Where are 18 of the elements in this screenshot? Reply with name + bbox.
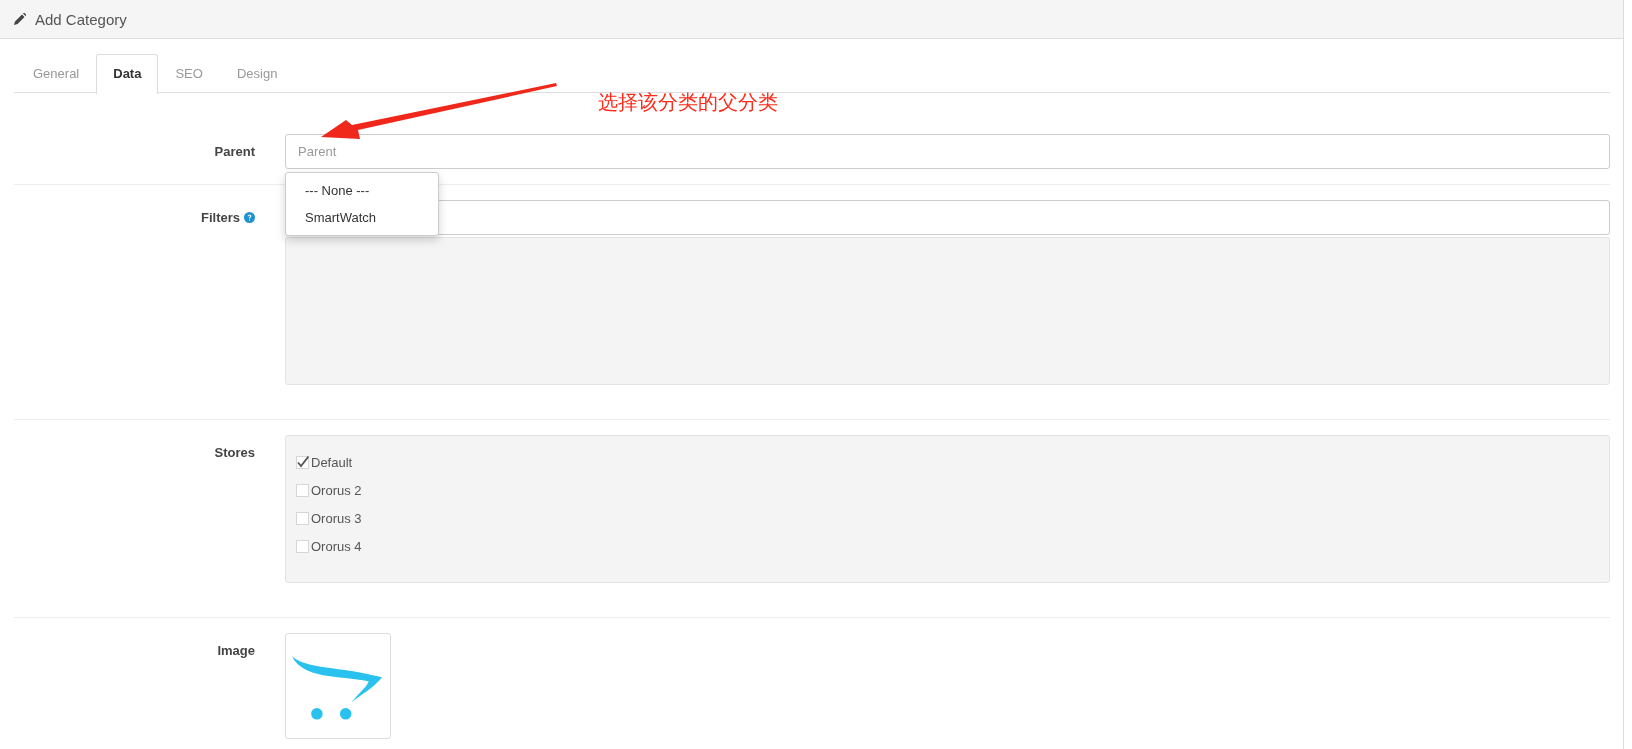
help-icon[interactable] <box>244 212 255 223</box>
store-label: Default <box>311 454 353 471</box>
image-thumbnail[interactable] <box>285 633 391 739</box>
store-label: Ororus 3 <box>311 510 362 527</box>
field-label: Parent <box>213 143 255 161</box>
field-label: Stores <box>213 444 255 462</box>
store-label: Ororus 4 <box>311 538 362 555</box>
checkbox[interactable] <box>296 456 309 469</box>
tab[interactable]: Data <box>96 54 159 94</box>
dropdown-item[interactable]: --- None --- <box>286 177 438 204</box>
panel-title: Add Category <box>35 10 127 28</box>
pencil-icon <box>14 13 26 25</box>
store-label: Ororus 2 <box>311 482 362 499</box>
field-label: Image <box>216 642 255 660</box>
annotation-text: 选择该分类的父分类 <box>598 89 778 116</box>
parent-field[interactable]: Parent <box>285 134 1610 169</box>
field-label: Filters <box>201 209 240 227</box>
dropdown-item[interactable]: SmartWatch <box>286 204 438 231</box>
